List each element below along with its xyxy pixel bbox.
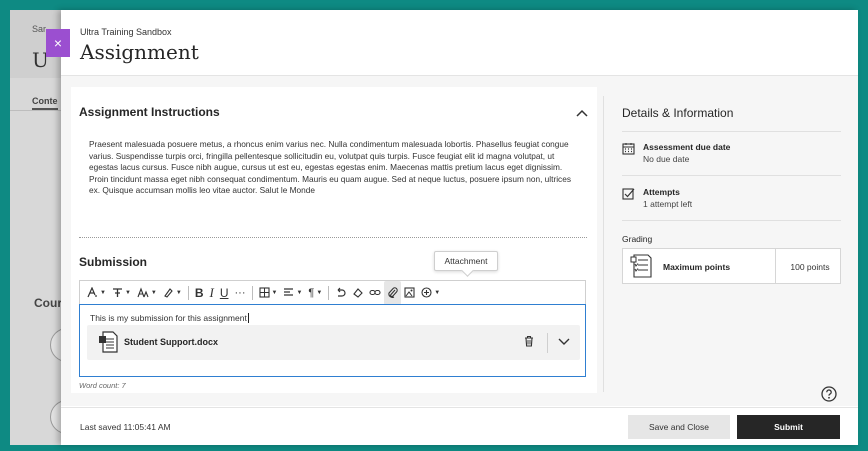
delete-attachment-icon[interactable] xyxy=(524,335,534,347)
underline-button[interactable]: U xyxy=(217,281,232,305)
dropdown-caret-icon: ▼ xyxy=(175,289,182,296)
link-icon xyxy=(369,289,381,296)
document-icon xyxy=(99,331,118,353)
checkbox-icon xyxy=(622,188,635,200)
undo-button[interactable] xyxy=(332,281,349,305)
undo-icon xyxy=(337,287,346,297)
font-size-icon xyxy=(112,288,122,297)
close-panel-button[interactable]: × xyxy=(46,29,70,57)
rubric-list-icon xyxy=(630,254,652,278)
eraser-icon xyxy=(353,288,364,298)
text-cursor xyxy=(247,313,249,323)
due-date-value: No due date xyxy=(643,154,690,164)
attachment-item: Student Support.docx xyxy=(87,325,580,360)
bold-button[interactable]: B xyxy=(192,281,207,305)
submission-editor[interactable]: This is my submission for this assignmen… xyxy=(79,304,586,377)
section-divider xyxy=(79,237,587,238)
dropdown-caret-icon: ▼ xyxy=(124,289,131,296)
course-name: Ultra Training Sandbox xyxy=(80,27,172,37)
collapse-chevron-icon[interactable] xyxy=(574,107,590,119)
instructions-title: Assignment Instructions xyxy=(79,105,220,119)
max-points-label: Maximum points xyxy=(663,262,731,272)
dropdown-caret-icon: ▼ xyxy=(316,289,323,296)
clear-format-button[interactable] xyxy=(349,281,366,305)
help-icon[interactable] xyxy=(821,386,837,402)
background-heading: Cour xyxy=(34,296,62,310)
instructions-body: Praesent malesuada posuere metus, a rhon… xyxy=(89,139,571,195)
paperclip-icon xyxy=(388,287,398,298)
add-circle-icon xyxy=(421,287,432,298)
dropdown-caret-icon: ▼ xyxy=(434,289,441,296)
italic-button[interactable]: I xyxy=(206,281,216,305)
table-button[interactable]: ▼ xyxy=(256,281,281,305)
image-icon xyxy=(404,287,415,298)
close-icon: × xyxy=(53,35,63,51)
font-button[interactable]: ▼ xyxy=(134,281,160,305)
editor-toolbar: ▼ ▼ ▼ ▼ B I U ··· ▼ ▼ ¶ ▼ ▼ xyxy=(79,280,586,305)
column-divider xyxy=(603,96,604,392)
highlight-button[interactable]: ▼ xyxy=(160,281,185,305)
align-button[interactable]: ▼ xyxy=(280,281,305,305)
details-divider xyxy=(622,220,841,221)
dropdown-caret-icon: ▼ xyxy=(296,289,303,296)
grading-box: Maximum points 100 points xyxy=(622,248,841,284)
toolbar-separator xyxy=(187,285,189,300)
paragraph-button[interactable]: ¶ ▼ xyxy=(305,281,325,305)
details-divider xyxy=(622,131,841,132)
calendar-icon xyxy=(622,143,635,155)
dropdown-caret-icon: ▼ xyxy=(271,289,278,296)
grading-label: Grading xyxy=(622,234,653,244)
editor-content[interactable]: This is my submission for this assignmen… xyxy=(90,313,249,323)
page-title: Assignment xyxy=(80,40,199,64)
max-points-value: 100 points xyxy=(790,262,830,272)
dropdown-caret-icon: ▼ xyxy=(100,289,106,296)
more-formatting-button[interactable]: ··· xyxy=(232,281,249,305)
background-course-text: Sar xyxy=(32,24,47,34)
highlight-icon xyxy=(164,288,173,298)
background-tab: Conte xyxy=(32,96,58,110)
toolbar-separator xyxy=(328,285,330,300)
attempts-label: Attempts xyxy=(643,187,680,197)
save-and-close-button[interactable]: Save and Close xyxy=(628,415,730,439)
insert-content-button[interactable]: ▼ xyxy=(418,281,443,305)
attempts-value: 1 attempt left xyxy=(643,199,693,209)
editor-text: This is my submission for this assignmen… xyxy=(90,313,247,323)
table-icon xyxy=(258,287,270,298)
word-count: Word count: 7 xyxy=(79,381,126,390)
details-title: Details & Information xyxy=(622,106,734,120)
attachment-separator xyxy=(547,333,548,353)
submission-title: Submission xyxy=(79,255,148,269)
attachment-file-name[interactable]: Student Support.docx xyxy=(124,337,218,347)
details-divider xyxy=(622,175,841,176)
submit-button[interactable]: Submit xyxy=(737,415,840,439)
link-button[interactable] xyxy=(366,281,384,305)
last-saved-status: Last saved 11:05:41 AM xyxy=(80,422,171,432)
assignment-panel: Ultra Training Sandbox Assignment Assign… xyxy=(61,10,858,445)
grading-separator xyxy=(775,249,776,283)
align-left-icon xyxy=(284,288,294,296)
toolbar-separator xyxy=(251,285,253,300)
due-date-label: Assessment due date xyxy=(643,142,731,152)
panel-footer: Last saved 11:05:41 AM Save and Close Su… xyxy=(61,407,858,445)
chevron-down-icon[interactable] xyxy=(557,336,571,346)
attachment-button[interactable] xyxy=(384,280,402,305)
dropdown-caret-icon: ▼ xyxy=(150,289,157,296)
insert-image-button[interactable] xyxy=(401,281,418,305)
panel-header: Ultra Training Sandbox Assignment xyxy=(61,10,858,76)
text-style-button[interactable]: ▼ xyxy=(84,281,109,305)
font-icon xyxy=(137,287,149,298)
attachment-tooltip: Attachment xyxy=(434,251,498,271)
font-size-button[interactable]: ▼ xyxy=(109,281,134,305)
paragraph-icon: ¶ xyxy=(308,286,315,299)
text-style-icon xyxy=(87,287,97,298)
